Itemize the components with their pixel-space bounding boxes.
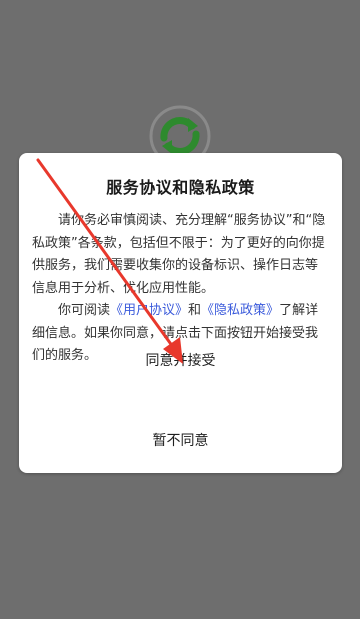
paragraph-2-lead: 你可阅读 [58,303,111,318]
user-agreement-link[interactable]: 《用户协议》 [110,303,188,318]
dialog-title: 服务协议和隐私政策 [106,178,255,197]
disagree-button[interactable]: 暂不同意 [19,429,342,453]
dialog-body: 请你务必审慎阅读、充分理解“服务协议”和“隐私政策”各条款，包括但不限于：为了更… [32,210,330,368]
agree-button[interactable]: 同意并接受 [19,349,342,373]
privacy-policy-link[interactable]: 《隐私政策》 [201,303,279,318]
dialog-paragraph-1: 请你务必审慎阅读、充分理解“服务协议”和“隐私政策”各条款，包括但不限于：为了更… [32,213,326,296]
privacy-consent-dialog: 服务协议和隐私政策 请你务必审慎阅读、充分理解“服务协议”和“隐私政策”各条款，… [19,153,342,473]
paragraph-2-and: 和 [188,303,202,318]
